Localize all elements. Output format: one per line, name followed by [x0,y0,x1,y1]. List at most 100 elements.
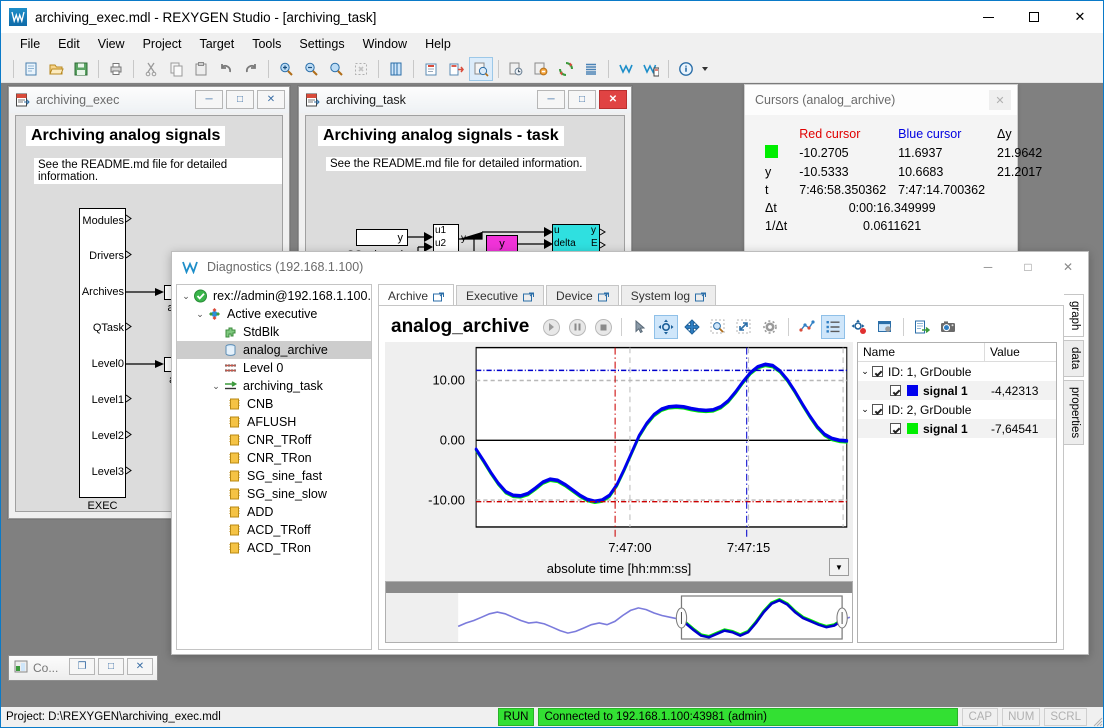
chevron-down-icon[interactable]: ⌄ [193,309,207,320]
signal-group-row[interactable]: ⌄ ID: 2, GrDouble [858,400,1056,419]
pointer-icon[interactable] [628,315,652,339]
menu-view[interactable]: View [89,35,134,53]
console-title-bar[interactable]: Co... ❐ □ ✕ [9,656,157,680]
diagnostics-window[interactable]: Diagnostics (192.168.1.100) ─ □ ✕ ⌄ rex:… [171,251,1089,655]
overview-svg[interactable] [386,582,852,642]
window-settings-icon[interactable] [873,315,897,339]
watch-icon[interactable] [469,57,493,81]
signal-checkbox[interactable] [890,385,901,396]
tab-system-log[interactable]: System log [621,285,716,306]
menu-settings[interactable]: Settings [290,35,353,53]
tree-item-block[interactable]: ADD [177,503,371,521]
vtab-data[interactable]: data [1064,340,1084,376]
time-overview-scroller[interactable] [385,581,853,643]
console-close-button[interactable]: ✕ [127,658,153,675]
menu-help[interactable]: Help [416,35,460,53]
tree-item-block[interactable]: ACD_TRoff [177,521,371,539]
copy-icon[interactable] [164,57,188,81]
toolbar-dropdown-arrow-icon[interactable] [699,57,711,81]
signal-group-checkbox[interactable] [872,366,883,377]
tree-item-archiving-task[interactable]: ⌄ archiving_task [177,377,371,395]
mdi-exec-minimize-button[interactable]: ─ [195,90,223,109]
tree-item-block[interactable]: SG_sine_slow [177,485,371,503]
menu-edit[interactable]: Edit [49,35,89,53]
diagnostics-close-button[interactable]: ✕ [1048,252,1088,282]
tree-item-connection[interactable]: ⌄ rex://admin@192.168.1.100... [177,287,371,305]
chevron-down-icon[interactable]: ⌄ [179,291,193,302]
pause-icon[interactable] [565,315,589,339]
mdi-exec-maximize-button[interactable]: □ [226,90,254,109]
cursors-close-button[interactable]: ✕ [989,90,1011,110]
mdi-task-minimize-button[interactable]: ─ [537,90,565,109]
chevron-down-icon[interactable]: ⌄ [858,366,872,377]
signal-row[interactable]: signal 1 -7,64541 [858,419,1056,438]
minimize-button[interactable] [965,1,1011,33]
settings-gear-icon[interactable] [758,315,782,339]
signal-group-checkbox[interactable] [872,404,883,415]
save-icon[interactable] [69,57,93,81]
paste-icon[interactable] [189,57,213,81]
maximize-button[interactable] [1011,1,1057,33]
new-file-icon[interactable] [19,57,43,81]
mdi-task-close-button[interactable]: ✕ [599,90,627,109]
resize-grip-icon[interactable] [1089,707,1103,727]
external-window-icon[interactable] [523,291,534,301]
stop-icon[interactable] [529,57,553,81]
zoom-box-icon[interactable] [706,315,730,339]
export-icon[interactable] [910,315,934,339]
external-window-icon[interactable] [695,291,706,301]
chevron-down-icon[interactable]: ⌄ [858,404,872,415]
zoom-in-icon[interactable] [274,57,298,81]
external-window-icon[interactable] [598,291,609,301]
tree-item-active-executive[interactable]: ⌄ Active executive [177,305,371,323]
menu-target[interactable]: Target [190,35,243,53]
tree-item-block[interactable]: SG_sine_fast [177,467,371,485]
menu-window[interactable]: Window [354,35,416,53]
legend-list-icon[interactable] [821,315,845,339]
tree-item-block[interactable]: CNB [177,395,371,413]
mdi-task-title-bar[interactable]: archiving_task ─ □ ✕ [299,87,631,113]
diagnostics-maximize-button[interactable]: □ [1008,252,1048,282]
vtab-graph[interactable]: graph [1064,294,1084,337]
tab-device[interactable]: Device [546,285,619,306]
diagnostics-task-icon[interactable] [639,57,663,81]
tree-item-block[interactable]: CNR_TRoff [177,431,371,449]
list-icon[interactable] [579,57,603,81]
signal-checkbox[interactable] [890,423,901,434]
cut-icon[interactable] [139,57,163,81]
signal-group-row[interactable]: ⌄ ID: 1, GrDouble [858,362,1056,381]
info-icon[interactable] [674,57,698,81]
cursor-marker-icon[interactable] [847,315,871,339]
history-icon[interactable] [504,57,528,81]
redo-icon[interactable] [239,57,263,81]
plot-area[interactable]: 10.000.00-10.00 7:47:007:47:15 [385,342,853,555]
signal-row[interactable]: signal 1 -4,42313 [858,381,1056,400]
trend-icon[interactable] [795,315,819,339]
console-restore-button[interactable]: ❐ [69,658,95,675]
tab-executive[interactable]: Executive [456,285,544,306]
menu-tools[interactable]: Tools [243,35,290,53]
tree-item-stdblk[interactable]: StdBlk [177,323,371,341]
tree-item-level-0[interactable]: Level 0 [177,359,371,377]
external-window-icon[interactable] [433,291,444,301]
menu-project[interactable]: Project [134,35,191,53]
cursor-crosshair-icon[interactable] [654,315,678,339]
camera-icon[interactable] [936,315,960,339]
signal-list[interactable]: Name Value ⌄ ID: 1, GrDouble [857,342,1057,643]
mdi-window-console[interactable]: Co... ❐ □ ✕ [8,655,158,681]
zoom-fit-icon[interactable] [732,315,756,339]
diagnostics-title-bar[interactable]: Diagnostics (192.168.1.100) ─ □ ✕ [172,252,1088,282]
zoom-out-icon[interactable] [299,57,323,81]
close-button[interactable]: ✕ [1057,1,1103,33]
time-axis-dropdown-button[interactable]: ▼ [829,558,849,576]
chevron-down-icon[interactable]: ⌄ [209,381,223,392]
cursors-panel[interactable]: Cursors (analog_archive) ✕ Red cursor Bl… [744,84,1018,260]
tree-item-analog-archive[interactable]: analog_archive [177,341,371,359]
tab-archive[interactable]: Archive [378,284,454,306]
pan-icon[interactable] [680,315,704,339]
mdi-exec-title-bar[interactable]: archiving_exec ─ □ ✕ [9,87,289,113]
refresh-icon[interactable] [554,57,578,81]
mdi-exec-close-button[interactable]: ✕ [257,90,285,109]
library-icon[interactable] [384,57,408,81]
tree-item-block[interactable]: CNR_TRon [177,449,371,467]
